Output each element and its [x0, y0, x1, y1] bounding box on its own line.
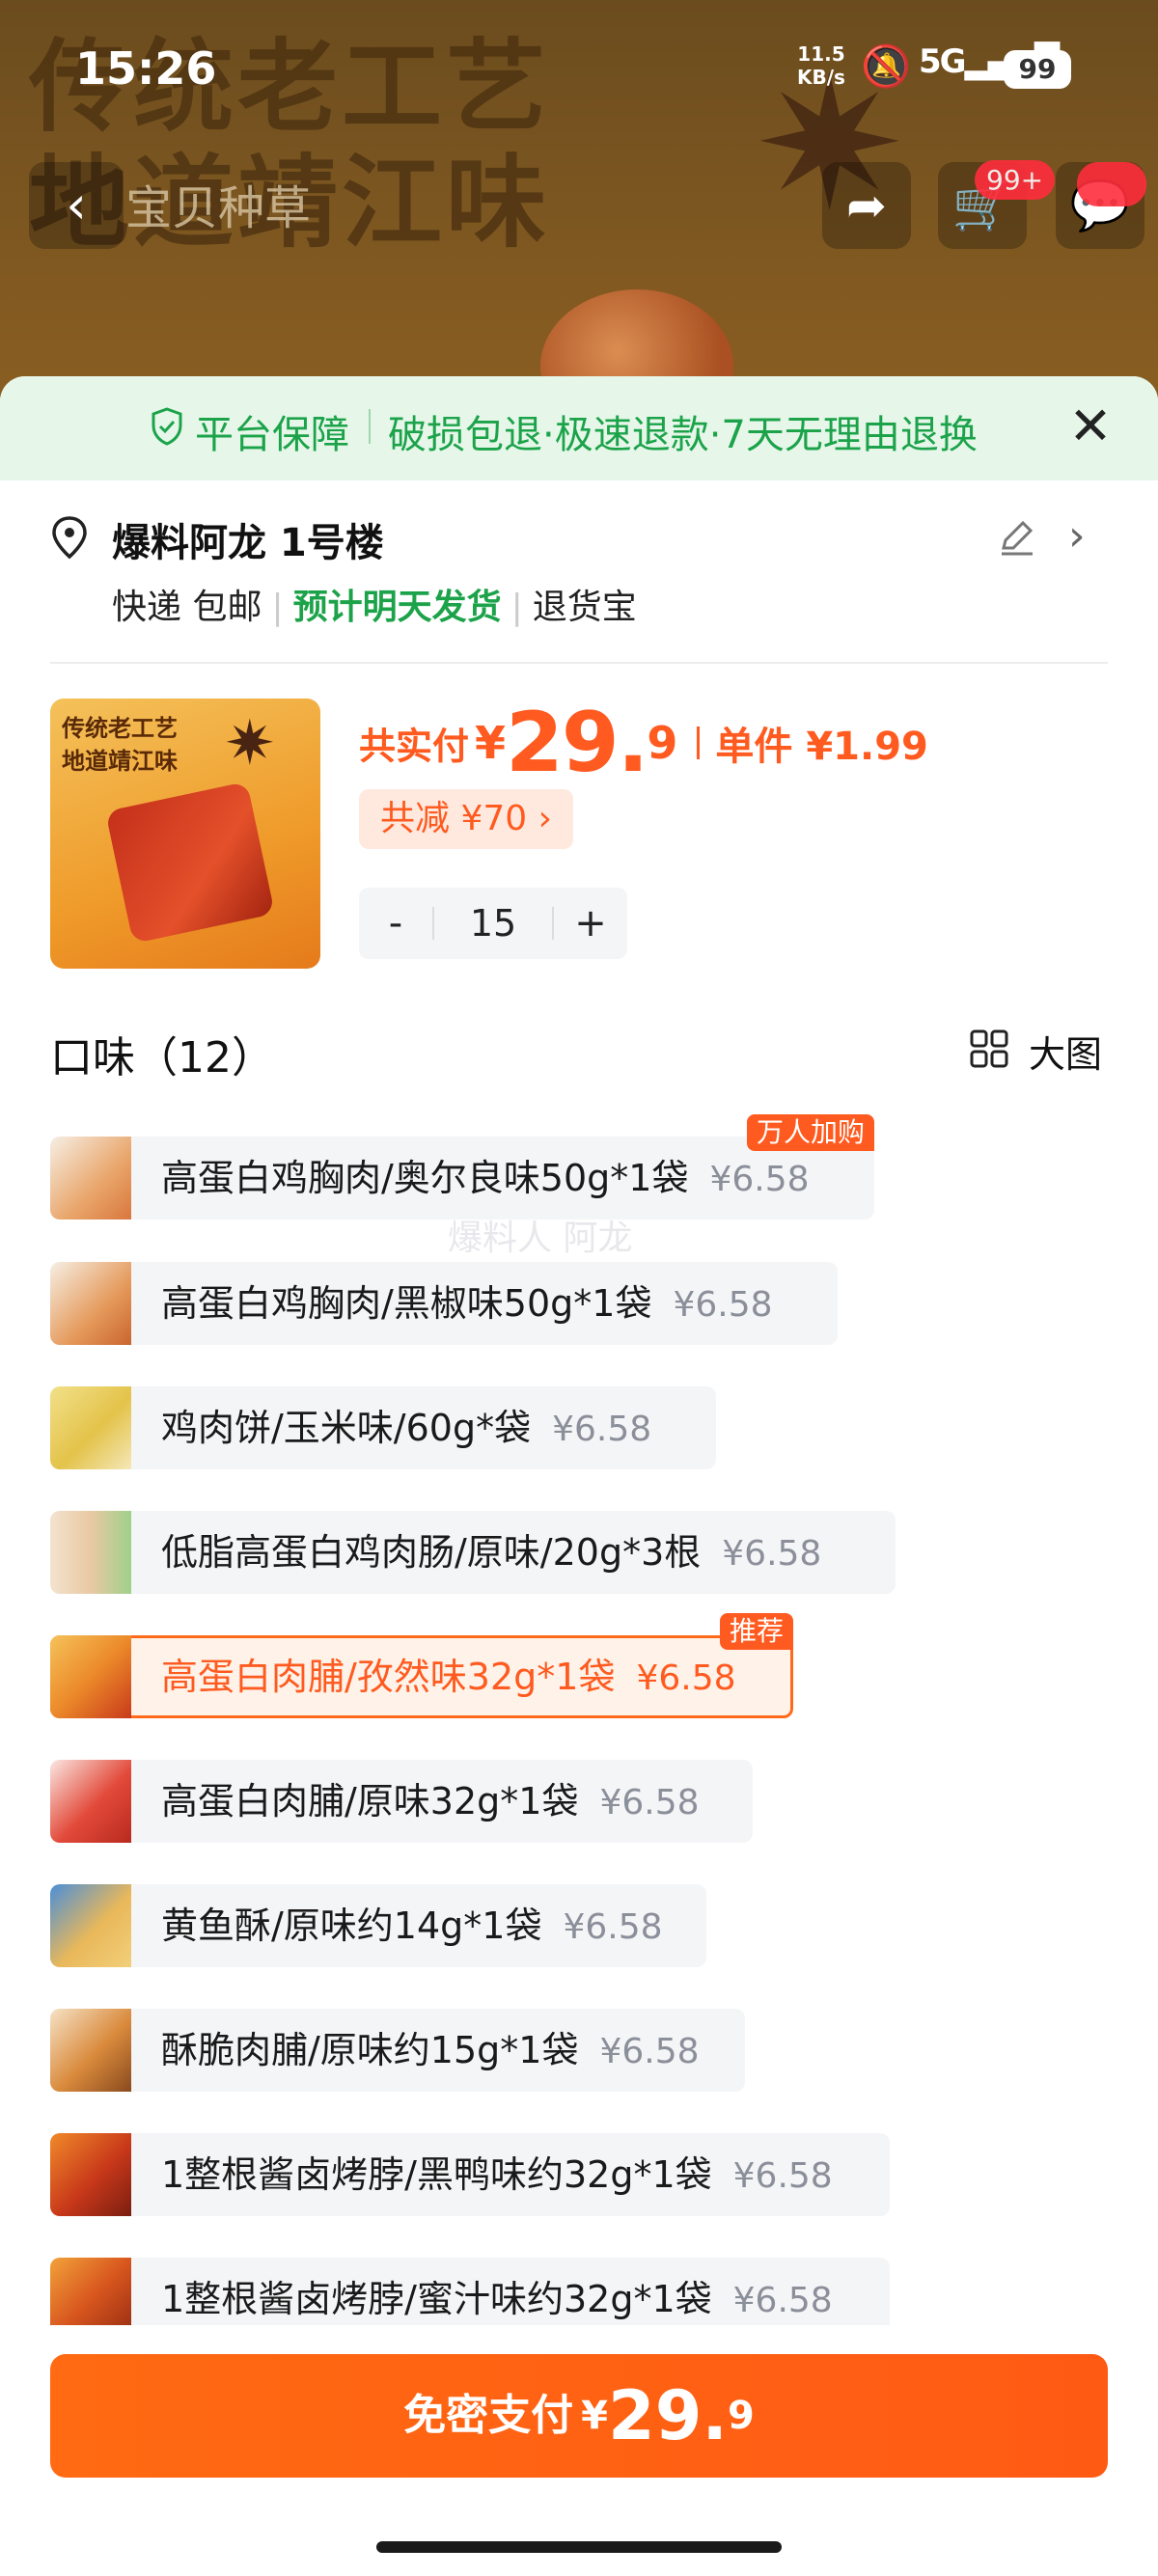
flavor-price: ¥6.58 [636, 1658, 736, 1698]
total-label: 共实付 [359, 725, 470, 768]
pay-amount-dec: 9 [728, 2394, 755, 2438]
location-pin-icon [52, 516, 87, 560]
flavor-badge: 万人加购 [746, 1114, 874, 1151]
flavor-name: 黄鱼酥/原味约14g*1袋 [161, 1905, 542, 1947]
platform-guarantee-bar: 平台保障 破损包退·极速退款·7天无理由退换 ✕ [0, 376, 1158, 480]
guarantee-title: 平台保障 [195, 413, 349, 457]
flavor-name: 高蛋白鸡胸肉/黑椒味50g*1袋 [161, 1282, 652, 1325]
mute-icon: 🔕 [861, 42, 912, 90]
flavor-price: ¥6.58 [552, 1410, 652, 1449]
flavor-option[interactable]: 高蛋白鸡胸肉/奥尔良味50g*1袋 ¥6.58 万人加购 [50, 1114, 874, 1219]
flavor-price: ¥6.58 [732, 2156, 833, 2196]
flavor-option[interactable]: 黄鱼酥/原味约14g*1袋 ¥6.58 [50, 1884, 706, 1967]
flavor-option[interactable]: 鸡肉饼/玉米味/60g*袋 ¥6.58 [50, 1386, 716, 1469]
flavor-option[interactable]: 高蛋白鸡胸肉/黑椒味50g*1袋 ¥6.58 [50, 1262, 838, 1345]
pay-currency: ¥ [581, 2394, 608, 2438]
flavor-option[interactable]: 高蛋白肉脯/原味32g*1袋 ¥6.58 [50, 1760, 753, 1843]
flavor-name: 高蛋白鸡胸肉/奥尔良味50g*1袋 [161, 1157, 689, 1199]
flavor-option[interactable]: 1整根酱卤烤脖/蜜汁味约32g*1袋 ¥6.58 [50, 2258, 890, 2325]
status-bar: 15:26 11.5 KB/s 🔕 5G▂▄▆█ 99 [0, 0, 1158, 135]
price-line: 共实付 ¥29.9 单件 ¥1.99 [359, 695, 928, 791]
sku-selection-sheet: 平台保障 破损包退·极速退款·7天无理由退换 ✕ 爆料阿龙 1号楼 › 快递 包… [0, 376, 1158, 2576]
flavor-name: 酥脆肉脯/原味约15g*1袋 [161, 2029, 579, 2071]
close-icon: ✕ [1068, 396, 1113, 456]
message-badge [1077, 162, 1146, 206]
cart-count-badge: 99+ [975, 160, 1056, 200]
view-label: 大图 [1029, 1033, 1103, 1076]
flavor-name: 1整根酱卤烤脖/蜜汁味约32g*1袋 [161, 2278, 712, 2320]
ship-eta: 预计明天发货 [292, 588, 502, 627]
flavor-price: ¥6.58 [732, 2281, 833, 2320]
pay-amount-int: 29. [607, 2376, 728, 2455]
flavor-price: ¥6.58 [709, 1160, 810, 1199]
flavor-name: 高蛋白肉脯/孜然味32g*1袋 [161, 1656, 616, 1698]
flavor-price: ¥6.58 [673, 1285, 773, 1325]
share-icon: ➦ [846, 178, 887, 233]
decrement-button[interactable]: - [359, 888, 432, 959]
flavor-thumbnail [50, 1511, 131, 1594]
battery-icon: 99 [1004, 50, 1071, 89]
grid-icon [970, 1029, 1008, 1068]
back-button[interactable]: ‹ [29, 162, 124, 249]
network-speed-unit: KB/s [797, 66, 845, 89]
flavor-price: ¥6.58 [563, 1907, 663, 1947]
flavor-name: 1整根酱卤烤脖/黑鸭味约32g*1袋 [161, 2153, 712, 2196]
quantity-stepper: - 15 + [359, 888, 627, 959]
flavor-name: 高蛋白肉脯/原味32g*1袋 [161, 1780, 579, 1822]
unit-price: 单件 ¥1.99 [715, 725, 928, 769]
flavor-thumbnail [50, 2258, 131, 2325]
nav-title: 宝贝种草 [125, 181, 312, 235]
total-currency: ¥ [475, 717, 507, 769]
shield-check-icon [152, 407, 182, 446]
edit-icon[interactable] [996, 515, 1038, 558]
divider [50, 662, 1108, 664]
flavor-thumbnail [50, 1760, 131, 1843]
flavor-price: ¥6.58 [599, 1783, 700, 1822]
flavor-price: ¥6.58 [599, 2032, 700, 2071]
flavor-name: 低脂高蛋白鸡肉肠/原味/20g*3根 [161, 1531, 702, 1574]
star-anise-icon: ✷ [224, 708, 276, 780]
shipping-info: 快递 包邮 | 预计明天发货 | 退货宝 [112, 588, 637, 627]
total-price-int: 29. [506, 695, 648, 791]
discount-chip[interactable]: 共减 ¥70 › [359, 789, 573, 849]
flavor-thumbnail [50, 1635, 131, 1718]
flavor-thumbnail [50, 1884, 131, 1967]
flavor-thumbnail [50, 1386, 131, 1469]
network-speed-value: 11.5 [797, 42, 845, 66]
address-name: 爆料阿龙 1号楼 [112, 521, 384, 565]
flavor-name: 鸡肉饼/玉米味/60g*袋 [161, 1407, 532, 1449]
flavor-thumbnail [50, 2009, 131, 2092]
network-speed: 11.5 KB/s [797, 42, 845, 89]
flavor-thumbnail [50, 1137, 131, 1219]
total-price-dec: 9 [647, 717, 678, 769]
home-indicator[interactable] [376, 2541, 782, 2553]
product-thumbnail[interactable]: 传统老工艺 地道靖江味 ✷ [50, 699, 320, 969]
quantity-value[interactable]: 15 [434, 888, 552, 959]
password-free-pay-button[interactable]: 免密支付 ¥29.9 [50, 2354, 1108, 2478]
flavor-badge: 推荐 [719, 1613, 793, 1650]
share-button[interactable]: ➦ [822, 162, 911, 249]
chevron-right-icon[interactable]: › [1068, 511, 1086, 561]
ship-express: 快递 包邮 [112, 588, 262, 627]
flavor-option-selected[interactable]: 高蛋白肉脯/孜然味32g*1袋 ¥6.58 推荐 [50, 1613, 793, 1718]
flavor-option[interactable]: 低脂高蛋白鸡肉肠/原味/20g*3根 ¥6.58 [50, 1511, 896, 1594]
flavor-thumbnail [50, 2133, 131, 2216]
ship-return: 退货宝 [532, 588, 637, 627]
flavor-thumbnail [50, 1262, 131, 1345]
flavor-option[interactable]: 1整根酱卤烤脖/黑鸭味约32g*1袋 ¥6.58 [50, 2133, 890, 2216]
address-row[interactable]: 爆料阿龙 1号楼 › [50, 511, 1112, 569]
increment-button[interactable]: + [554, 888, 627, 959]
flavor-section-title: 口味（12） [50, 1033, 274, 1082]
network-type: 5G [919, 42, 967, 81]
flavor-price: ¥6.58 [722, 1534, 822, 1574]
status-time: 15:26 [75, 42, 217, 95]
product-image [105, 781, 275, 945]
pay-label: 免密支付 [403, 2391, 574, 2440]
thumb-text-2: 地道靖江味 [62, 748, 178, 775]
guarantee-text: 破损包退·极速退款·7天无理由退换 [388, 413, 978, 457]
thumb-text-1: 传统老工艺 [62, 715, 178, 742]
flavor-option[interactable]: 酥脆肉脯/原味约15g*1袋 ¥6.58 [50, 2009, 745, 2092]
close-button[interactable]: ✕ [1062, 397, 1119, 455]
guarantee-separator [369, 409, 371, 444]
